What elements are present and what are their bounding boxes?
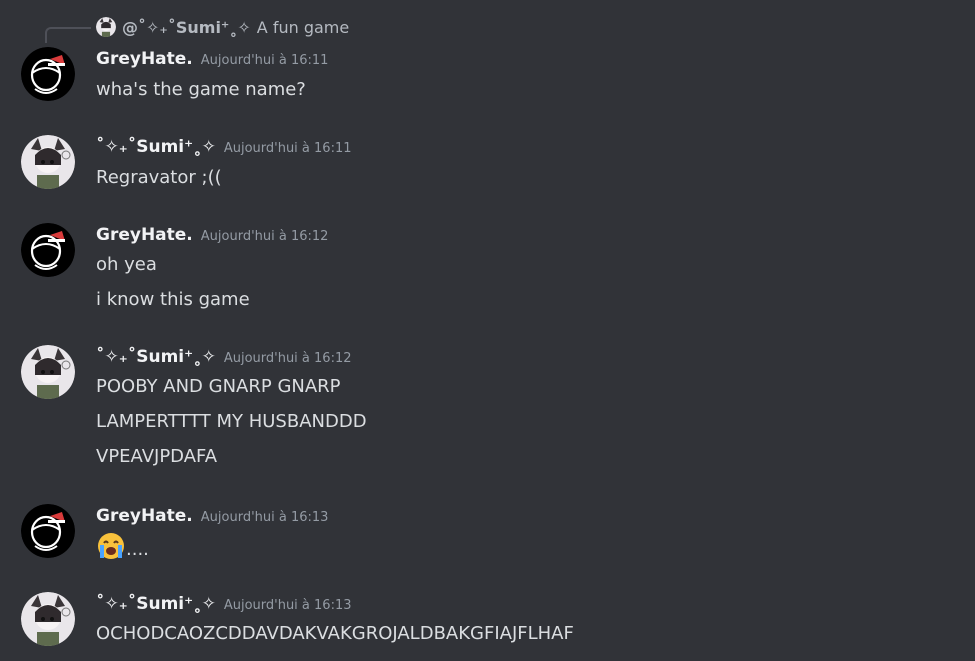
timestamp[interactable]: Aujourd'hui à 16:13 xyxy=(201,510,329,525)
username[interactable]: ˚✧₊˚Sumi⁺˳✧ xyxy=(96,137,216,157)
sumi-avatar-small[interactable] xyxy=(96,17,116,37)
username[interactable]: ˚✧₊˚Sumi⁺˳✧ xyxy=(96,594,216,614)
greyhate-avatar[interactable] xyxy=(21,223,75,277)
message-text: i know this game xyxy=(96,289,250,310)
greyhate-avatar[interactable] xyxy=(21,504,75,558)
message-header: ˚✧₊˚Sumi⁺˳✧ Aujourd'hui à 16:13 xyxy=(96,594,352,614)
message-header: GreyHate. Aujourd'hui à 16:13 xyxy=(96,506,328,526)
message-text: POOBY AND GNARP GNARP xyxy=(96,376,341,397)
reply-author[interactable]: @˚✧₊˚Sumi⁺˳✧ xyxy=(122,18,251,37)
message-header: ˚✧₊˚Sumi⁺˳✧ Aujourd'hui à 16:11 xyxy=(96,137,352,157)
username[interactable]: GreyHate. xyxy=(96,506,193,526)
loudly-crying-face-emoji[interactable] xyxy=(96,532,126,565)
timestamp[interactable]: Aujourd'hui à 16:12 xyxy=(224,351,352,366)
timestamp[interactable]: Aujourd'hui à 16:11 xyxy=(201,53,329,68)
message-text: .... xyxy=(96,532,149,565)
username[interactable]: ˚✧₊˚Sumi⁺˳✧ xyxy=(96,347,216,367)
timestamp[interactable]: Aujourd'hui à 16:13 xyxy=(224,598,352,613)
message-text: Regravator ;(( xyxy=(96,167,222,188)
message-header: GreyHate. Aujourd'hui à 16:12 xyxy=(96,225,328,245)
message-text-suffix: .... xyxy=(126,539,149,560)
sumi-avatar[interactable] xyxy=(21,135,75,189)
chat-messages-pane: @˚✧₊˚Sumi⁺˳✧ A fun game GreyHate. Aujour… xyxy=(0,0,975,661)
timestamp[interactable]: Aujourd'hui à 16:11 xyxy=(224,141,352,156)
message-text: wha's the game name? xyxy=(96,79,306,100)
message-text: OCHODCAOZCDDAVDAKVAKGROJALDBAKGFIAJFLHAF xyxy=(96,623,574,644)
message-text: VPEAVJPDAFA xyxy=(96,446,218,467)
sumi-avatar[interactable] xyxy=(21,592,75,646)
username[interactable]: GreyHate. xyxy=(96,49,193,69)
sumi-avatar[interactable] xyxy=(21,345,75,399)
message-text: LAMPERTTTT MY HUSBANDDD xyxy=(96,411,367,432)
reply-spine xyxy=(45,27,91,43)
username[interactable]: GreyHate. xyxy=(96,225,193,245)
reply-preview-text[interactable]: A fun game xyxy=(257,18,349,37)
reply-reference[interactable]: @˚✧₊˚Sumi⁺˳✧ A fun game xyxy=(96,16,349,38)
message-text: oh yea xyxy=(96,254,157,275)
timestamp[interactable]: Aujourd'hui à 16:12 xyxy=(201,229,329,244)
greyhate-avatar[interactable] xyxy=(21,47,75,101)
message-header: ˚✧₊˚Sumi⁺˳✧ Aujourd'hui à 16:12 xyxy=(96,347,352,367)
message-header: GreyHate. Aujourd'hui à 16:11 xyxy=(96,49,328,69)
